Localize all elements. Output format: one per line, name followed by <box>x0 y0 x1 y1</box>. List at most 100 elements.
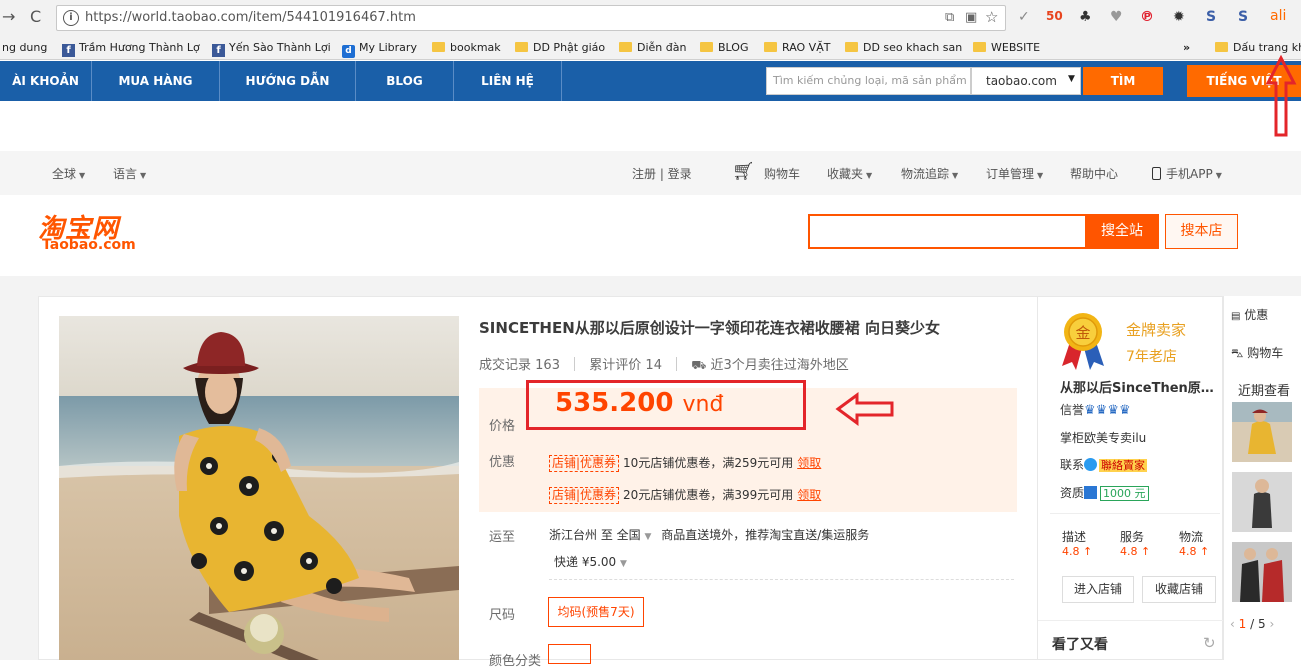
recent-thumb[interactable] <box>1232 472 1292 532</box>
nav-blog[interactable]: BLOG <box>356 61 454 101</box>
recent-thumb[interactable] <box>1232 402 1292 462</box>
sidebar-promo[interactable]: ▤ 优惠 <box>1231 306 1268 323</box>
language-menu[interactable]: 语言 ▼ <box>113 165 146 182</box>
recent-views-heading: 近期查看 <box>1238 384 1291 399</box>
ext-50-icon[interactable]: 50 <box>1046 9 1063 23</box>
bookmark-item[interactable]: f Yến Sào Thành Lợi <box>212 40 331 57</box>
pager-total: / 5 <box>1250 617 1266 631</box>
dropdown-arrow-icon: ▼ <box>1068 74 1075 84</box>
bookmark-folder[interactable]: WEBSITE <box>973 40 1040 56</box>
orders-menu[interactable]: 订单管理 ▼ <box>986 165 1043 182</box>
license-icon <box>1084 486 1098 499</box>
deposit-badge[interactable]: 1000 元 <box>1100 486 1149 501</box>
caret-down-icon: ▼ <box>79 171 86 180</box>
folder-icon <box>764 42 777 52</box>
coupon-row: 店铺|优惠券 20元店铺优惠卷，满399元可用 领取 <box>549 486 821 504</box>
recent-thumb[interactable] <box>1232 542 1292 602</box>
bookmarks-overflow-button[interactable]: » <box>1183 40 1190 56</box>
contact-seller-button[interactable]: 聯絡賣家 <box>1099 459 1148 472</box>
pocket-icon[interactable]: ♥ <box>1110 9 1123 25</box>
address-bar[interactable]: i https://world.taobao.com/item/54410191… <box>56 5 1006 31</box>
caret-down-icon: ▼ <box>1215 171 1222 180</box>
enter-shop-button[interactable]: 进入店铺 <box>1062 576 1134 603</box>
global-menu[interactable]: 全球 ▼ <box>52 165 85 182</box>
mobile-app-menu[interactable]: 手机APP ▼ <box>1152 165 1222 182</box>
bookmark-star-icon[interactable]: ☆ <box>985 8 998 26</box>
price-label: 价格 <box>489 419 516 434</box>
nav-account[interactable]: ÀI KHOẢN <box>0 61 92 101</box>
divider <box>1050 513 1220 514</box>
info-icon[interactable]: i <box>63 10 79 26</box>
folder-icon <box>973 42 986 52</box>
cart-link[interactable]: 购物车 <box>764 165 800 182</box>
refresh-icon[interactable]: ↻ <box>1203 634 1216 652</box>
bookmark-folder[interactable]: BLOG <box>700 40 748 56</box>
ali-ext-icon[interactable]: ali <box>1270 8 1286 24</box>
qualification-row: 资质 1000 元 <box>1060 484 1149 501</box>
favorite-shop-button[interactable]: 收藏店铺 <box>1142 576 1216 603</box>
claim-coupon-link[interactable]: 领取 <box>797 456 821 470</box>
other-bookmarks-folder[interactable]: Dấu trang kh <box>1215 40 1301 56</box>
screenshot-icon[interactable]: ▣ <box>965 10 977 25</box>
folder-icon <box>1215 42 1228 52</box>
ext-s1-icon[interactable]: S <box>1206 9 1216 25</box>
address-url[interactable]: https://world.taobao.com/item/5441019164… <box>85 10 416 25</box>
browser-toolbar: → C i https://world.taobao.com/item/5441… <box>0 0 1301 36</box>
sidebar-cart[interactable]: ⛍ 购物车 <box>1231 344 1283 362</box>
vn-search-button[interactable]: TÌM <box>1083 67 1163 95</box>
bookmark-folder[interactable]: bookmak <box>432 40 501 56</box>
nav-guide[interactable]: HƯỚNG DẪN <box>220 61 356 101</box>
search-all-button[interactable]: 搜全站 <box>1085 214 1159 249</box>
library-icon: d <box>342 45 355 58</box>
taobao-logo-text[interactable]: Taobao.com <box>42 237 136 253</box>
favorites-menu[interactable]: 收藏夹 ▼ <box>827 165 872 182</box>
bookmark-item[interactable]: d My Library <box>342 40 417 58</box>
deals-label: 成交记录 <box>479 358 532 373</box>
vn-search-input[interactable]: Tìm kiếm chủng loại, mã sản phẩm <box>766 67 971 95</box>
bookmark-folder[interactable]: DD seo khach san <box>845 40 962 56</box>
deals-count[interactable]: 163 <box>535 358 560 373</box>
claim-coupon-link[interactable]: 领取 <box>797 488 821 502</box>
bookmark-item[interactable]: ng dung <box>2 40 47 56</box>
ext-s2-icon[interactable]: S <box>1238 9 1248 25</box>
cart-icon[interactable]: 🛒︎ <box>732 161 755 182</box>
search-shop-button[interactable]: 搜本店 <box>1165 214 1238 249</box>
thumbnail-svg <box>1232 472 1292 532</box>
score-label: 描述 <box>1062 530 1087 544</box>
bookmark-folder[interactable]: DD Phật giáo <box>515 40 605 56</box>
gear-icon[interactable]: ✹ <box>1173 9 1185 25</box>
ext-person-icon[interactable]: ♣ <box>1079 9 1092 25</box>
reviews-count[interactable]: 14 <box>645 358 662 373</box>
taobao-search-input[interactable] <box>808 214 1086 249</box>
translate-icon[interactable]: ⧉ <box>945 10 954 25</box>
help-link[interactable]: 帮助中心 <box>1070 165 1118 182</box>
ship-destination-select[interactable]: 全国 ▼ <box>617 528 652 542</box>
login-link[interactable]: 注册 | 登录 <box>632 165 692 182</box>
shipping-fee-select[interactable]: 快递 ¥5.00 ▼ <box>554 553 627 570</box>
forward-icon[interactable]: → <box>2 7 15 26</box>
ship-label: 运至 <box>489 530 516 545</box>
shop-name[interactable]: 从那以后SinceThen原创设计 <box>1060 377 1220 396</box>
bookmark-folder[interactable]: RAO VẶT <box>764 40 830 56</box>
site-select[interactable]: taobao.com <box>971 67 1081 95</box>
see-also-heading: 看了又看 <box>1052 637 1108 653</box>
nav-buy[interactable]: MUA HÀNG <box>92 61 220 101</box>
chevron-right-icon[interactable]: › <box>1269 617 1274 631</box>
shopkeeper-name[interactable]: 掌柜欧美专卖ilu <box>1060 429 1146 446</box>
pinterest-icon[interactable]: ℗ <box>1140 9 1154 25</box>
score-label: 物流 <box>1179 530 1204 544</box>
product-image[interactable] <box>59 316 459 660</box>
caret-down-icon: ▼ <box>952 171 959 180</box>
check-ext-icon[interactable]: ✓ <box>1018 9 1030 25</box>
score-label: 服务 <box>1120 530 1145 544</box>
folder-icon <box>845 42 858 52</box>
nav-contact[interactable]: LIÊN HỆ <box>454 61 562 101</box>
logistics-menu[interactable]: 物流追踪 ▼ <box>901 165 958 182</box>
bookmark-folder[interactable]: Diễn đàn <box>619 40 686 56</box>
reload-icon[interactable]: C <box>30 7 41 26</box>
bookmark-item[interactable]: f Trầm Hương Thành Lợ <box>62 40 200 57</box>
divider <box>1038 620 1223 621</box>
color-option[interactable] <box>548 644 591 664</box>
chevron-left-icon[interactable]: ‹ <box>1230 617 1235 631</box>
size-option[interactable]: 均码(预售7天) <box>548 597 644 627</box>
